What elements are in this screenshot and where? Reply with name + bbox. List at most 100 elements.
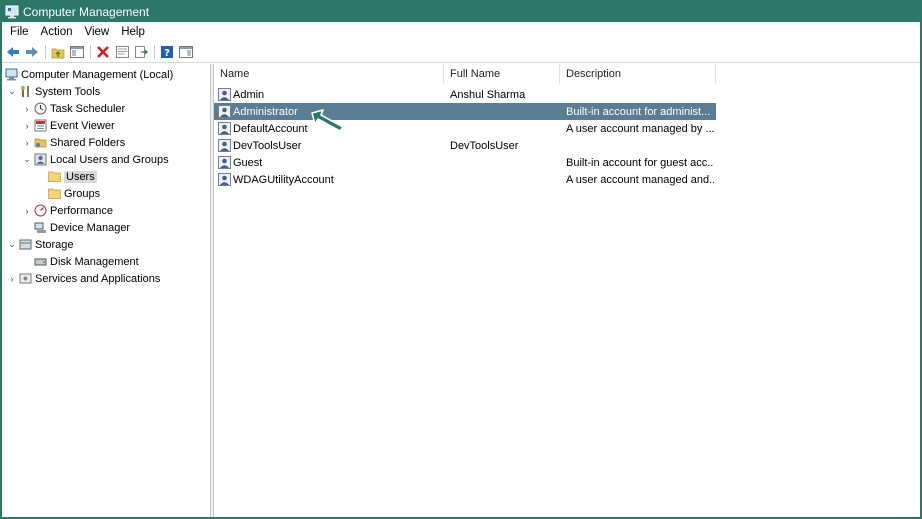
user-name: DefaultAccount [233, 122, 308, 135]
event-viewer-icon [34, 119, 47, 132]
toolbar-separator [45, 45, 46, 59]
pointer-arrow-icon [311, 109, 344, 132]
user-icon [218, 105, 231, 118]
computer-management-icon [5, 68, 18, 81]
tree-label: Disk Management [50, 255, 139, 268]
user-icon [218, 173, 231, 186]
clock-icon [34, 102, 47, 115]
toolbar-separator [90, 45, 91, 59]
disk-icon [34, 255, 47, 268]
tree-item-system-tools[interactable]: ⌄ System Tools [7, 83, 100, 100]
tree-label: System Tools [35, 85, 101, 98]
table-row[interactable]: Admin Anshul Sharma [214, 86, 716, 103]
chevron-right-icon[interactable]: › [22, 121, 32, 131]
folder-icon [48, 170, 61, 183]
properties-icon [115, 46, 129, 58]
tree-item-disk-management[interactable]: Disk Management [34, 253, 139, 270]
folder-icon [48, 187, 61, 200]
console-view-icon [179, 46, 193, 58]
device-manager-icon [34, 221, 47, 234]
forward-arrow-icon [26, 47, 38, 57]
menu-action[interactable]: Action [35, 26, 79, 38]
help-icon: ? [161, 46, 173, 58]
export-icon [134, 46, 148, 58]
back-button[interactable] [4, 44, 22, 60]
tree-item-local-users-groups[interactable]: ⌄ Local Users and Groups [22, 151, 169, 168]
user-name: Admin [233, 88, 265, 101]
chevron-right-icon[interactable]: › [22, 104, 32, 114]
tree-item-event-viewer[interactable]: › Event Viewer [22, 117, 115, 134]
tree-label: Storage [35, 238, 74, 251]
tree-item-services-apps[interactable]: › Services and Applications [7, 270, 161, 287]
tree-label: Local Users and Groups [50, 153, 169, 166]
tree-item-groups[interactable]: Groups [48, 185, 100, 202]
services-icon [19, 272, 32, 285]
shared-folder-icon [34, 136, 47, 149]
tree-label: Device Manager [50, 221, 131, 234]
chevron-right-icon[interactable]: › [22, 206, 32, 216]
user-name: DevToolsUser [233, 139, 302, 152]
user-name: Administrator [233, 105, 298, 118]
tree-item-storage[interactable]: ⌄ Storage [7, 236, 74, 253]
user-full-name: Anshul Sharma [450, 88, 526, 101]
console-tree: Computer Management (Local) ⌄ System Too… [2, 64, 210, 517]
show-hide-tree-icon [70, 46, 84, 58]
export-list-button[interactable] [132, 44, 150, 60]
tree-label: Groups [64, 187, 101, 200]
table-row[interactable]: DevToolsUser DevToolsUser [214, 137, 716, 154]
user-description: A user account managed by ... [566, 122, 714, 135]
user-full-name: DevToolsUser [450, 139, 519, 152]
column-header-full-name[interactable]: Full Name [444, 64, 560, 84]
tree-item-users[interactable]: Users [48, 168, 97, 185]
window-title: Computer Management [23, 5, 150, 19]
chevron-down-icon[interactable]: ⌄ [7, 239, 17, 250]
svg-text:?: ? [164, 48, 170, 58]
performance-icon [34, 204, 47, 217]
help-button[interactable]: ? [158, 44, 176, 60]
chevron-down-icon[interactable]: ⌄ [22, 154, 32, 165]
forward-button[interactable] [23, 44, 41, 60]
tree-label: Shared Folders [50, 136, 126, 149]
table-row-selected[interactable]: Administrator Built-in account for admin… [214, 103, 716, 120]
chevron-down-icon[interactable]: ⌄ [7, 86, 17, 97]
tree-item-device-manager[interactable]: Device Manager [34, 219, 130, 236]
user-description: A user account managed and... [566, 173, 714, 186]
menu-help[interactable]: Help [115, 26, 151, 38]
title-bar: Computer Management [2, 2, 920, 22]
storage-icon [19, 238, 32, 251]
tree-item-task-scheduler[interactable]: › Task Scheduler [22, 100, 125, 117]
toolbar-separator [154, 45, 155, 59]
up-folder-icon [51, 48, 65, 58]
user-name: WDAGUtilityAccount [233, 173, 334, 186]
computer-management-icon [5, 5, 19, 19]
tree-item-shared-folders[interactable]: › Shared Folders [22, 134, 126, 151]
tree-label-selected: Users [64, 170, 97, 183]
user-icon [218, 156, 231, 169]
up-one-level-button[interactable] [49, 44, 67, 60]
show-hide-tree-button[interactable] [68, 44, 86, 60]
column-header-description[interactable]: Description [560, 64, 716, 84]
chevron-right-icon[interactable]: › [7, 274, 17, 284]
back-arrow-icon [7, 47, 19, 57]
tree-item-performance[interactable]: › Performance [22, 202, 113, 219]
delete-icon [97, 46, 109, 58]
table-row[interactable]: Guest Built-in account for guest acc... [214, 154, 716, 171]
table-row[interactable]: DefaultAccount A user account managed by… [214, 120, 716, 137]
properties-button[interactable] [113, 44, 131, 60]
table-row[interactable]: WDAGUtilityAccount A user account manage… [214, 171, 716, 188]
tree-item-root[interactable]: Computer Management (Local) [5, 66, 173, 83]
delete-button[interactable] [94, 44, 112, 60]
users-list-view: Name Full Name Description Admin Anshul … [214, 64, 920, 517]
toolbar: ? [2, 42, 920, 63]
user-description: Built-in account for guest acc... [566, 156, 714, 169]
column-header-name[interactable]: Name [214, 64, 444, 84]
menu-view[interactable]: View [79, 26, 116, 38]
menu-file[interactable]: File [4, 26, 35, 38]
console-view-button[interactable] [177, 44, 195, 60]
chevron-right-icon[interactable]: › [22, 138, 32, 148]
tree-label: Services and Applications [35, 272, 161, 285]
tree-label: Event Viewer [50, 119, 115, 132]
user-name: Guest [233, 156, 263, 169]
menu-bar: File Action View Help [2, 22, 920, 42]
app-window: Computer Management File Action View Hel… [0, 0, 922, 519]
